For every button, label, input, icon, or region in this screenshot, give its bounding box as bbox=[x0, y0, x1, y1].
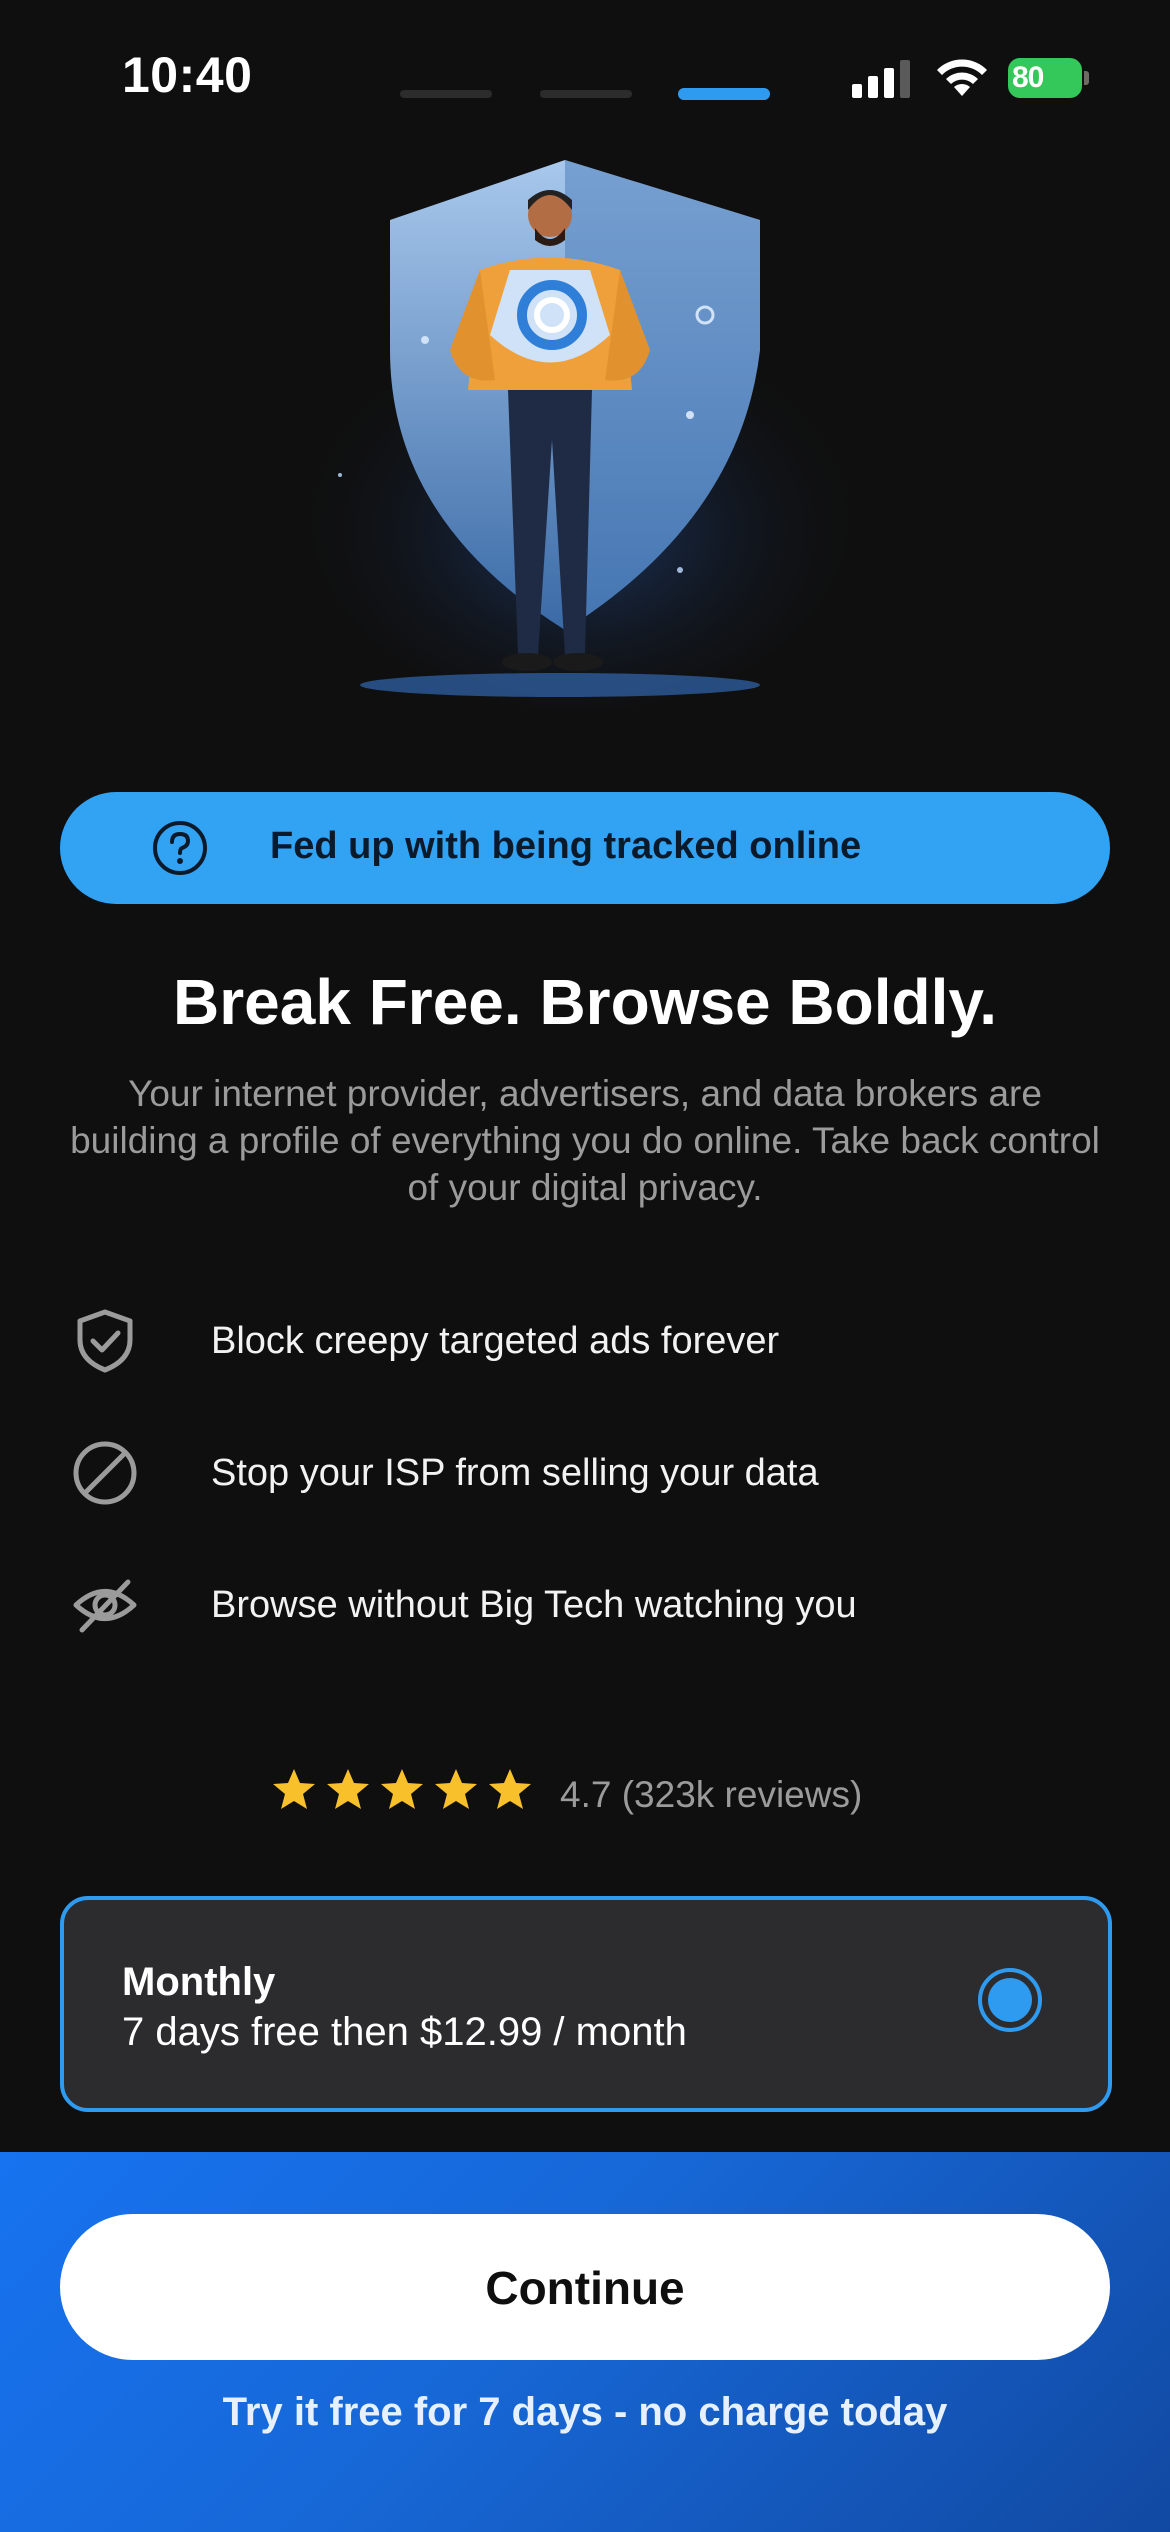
battery-indicator: 80 bbox=[1008, 58, 1089, 98]
trial-note: Try it free for 7 days - no charge today bbox=[222, 2390, 948, 2434]
page-title: Break Free. Browse Boldly. bbox=[173, 966, 997, 1038]
plan-option-monthly[interactable]: Monthly 7 days free then $12.99 / month bbox=[60, 1896, 1112, 2112]
battery-level: 80 bbox=[1012, 61, 1044, 94]
plan-price: 7 days free then $12.99 / month bbox=[122, 2010, 687, 2054]
star-icon bbox=[489, 1769, 531, 1809]
rating: 4.7 (323k reviews) bbox=[270, 1766, 970, 1826]
feature-text: Block creepy targeted ads forever bbox=[211, 1320, 780, 1362]
star-icon bbox=[327, 1769, 369, 1809]
star-icon bbox=[381, 1769, 423, 1809]
feature-text: Stop your ISP from selling your data bbox=[211, 1452, 819, 1494]
plan-radio-button[interactable] bbox=[978, 1968, 1042, 2032]
plan-radio-selected-dot bbox=[988, 1978, 1032, 2022]
continue-button[interactable]: Continue bbox=[60, 2214, 1110, 2360]
question-circle-icon bbox=[153, 821, 207, 875]
feature-item-ads: Block creepy targeted ads forever bbox=[70, 1298, 1070, 1378]
feature-item-big-tech: Browse without Big Tech watching you bbox=[70, 1562, 1070, 1642]
star-rating bbox=[270, 1766, 540, 1822]
page-indicator-2 bbox=[540, 90, 632, 98]
battery-cap bbox=[1084, 71, 1089, 85]
plan-title: Monthly bbox=[122, 1960, 276, 2004]
feature-text: Browse without Big Tech watching you bbox=[211, 1584, 857, 1626]
cellular-signal-icon bbox=[852, 60, 910, 98]
page-description: Your internet provider, advertisers, and… bbox=[70, 1073, 1100, 1208]
status-bar: 10:40 80 bbox=[0, 0, 1170, 150]
eye-slash-icon bbox=[73, 1579, 137, 1633]
page-indicator-3-active bbox=[678, 88, 770, 100]
banner-text: Fed up with being tracked online bbox=[270, 825, 862, 867]
shield-check-icon bbox=[77, 1309, 133, 1373]
cta-panel: Continue Try it free for 7 days - no cha… bbox=[0, 2152, 1170, 2532]
shield-person-illustration-icon bbox=[310, 160, 850, 710]
block-icon bbox=[73, 1441, 137, 1505]
status-time: 10:40 bbox=[122, 47, 253, 103]
star-icon bbox=[435, 1769, 477, 1809]
star-icon bbox=[273, 1769, 315, 1809]
rating-text: 4.7 (323k reviews) bbox=[560, 1774, 863, 1815]
tracking-banner: Fed up with being tracked online bbox=[60, 792, 1110, 904]
page-indicators bbox=[400, 88, 770, 102]
feature-item-isp: Stop your ISP from selling your data bbox=[70, 1430, 1070, 1510]
page-indicator-1 bbox=[400, 90, 492, 98]
wifi-icon bbox=[937, 59, 987, 96]
